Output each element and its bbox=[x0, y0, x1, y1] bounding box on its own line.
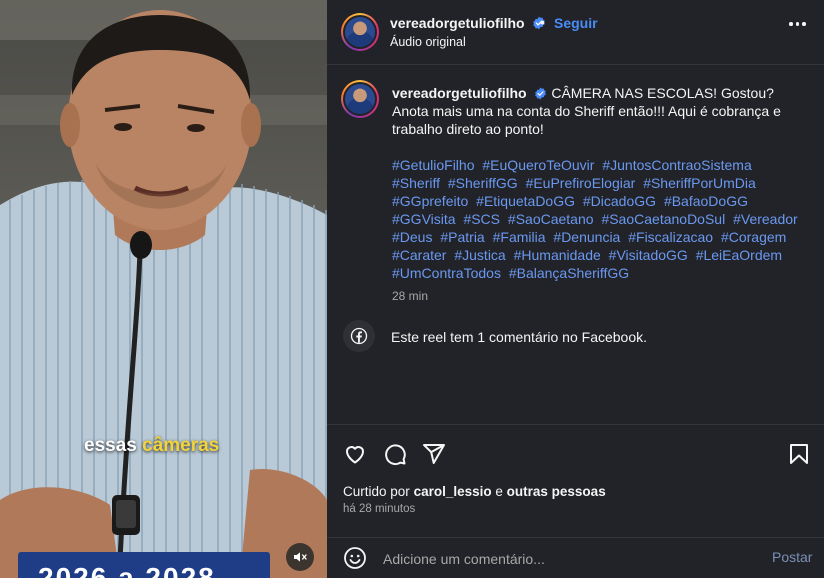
save-button[interactable] bbox=[785, 440, 813, 468]
hashtag-link[interactable]: #Coragem bbox=[721, 229, 786, 245]
hashtag-link[interactable]: #Familia bbox=[493, 229, 546, 245]
follow-button[interactable]: Seguir bbox=[554, 15, 598, 31]
liked-by-conjunction: e bbox=[495, 484, 503, 499]
facebook-comments-row[interactable]: Este reel tem 1 comentário no Facebook. bbox=[343, 320, 813, 354]
comment-button[interactable] bbox=[381, 440, 409, 468]
facebook-comments-text: Este reel tem 1 comentário no Facebook. bbox=[391, 329, 648, 345]
emoji-icon[interactable] bbox=[343, 546, 367, 570]
header-divider bbox=[327, 64, 824, 65]
facebook-icon bbox=[343, 320, 375, 352]
liked-by-prefix: Curtido por bbox=[343, 484, 410, 499]
caption-avatar[interactable] bbox=[341, 80, 379, 118]
header-avatar[interactable] bbox=[341, 13, 379, 51]
hashtag-link[interactable]: #UmContraTodos bbox=[392, 265, 501, 281]
hashtag-link[interactable]: #GGVisita bbox=[392, 211, 456, 227]
heart-icon bbox=[346, 446, 364, 464]
subtitle-text: essas bbox=[84, 435, 137, 456]
hashtag-link[interactable]: #Deus bbox=[392, 229, 432, 245]
bookmark-icon bbox=[790, 444, 808, 464]
hashtag-link[interactable]: #Vereador bbox=[733, 211, 798, 227]
hashtag-link[interactable]: #SheriffGG bbox=[448, 175, 518, 191]
hashtag-link[interactable]: #EuPrefiroElogiar bbox=[526, 175, 636, 191]
more-options-icon[interactable] bbox=[789, 22, 806, 26]
comment-input[interactable] bbox=[383, 549, 753, 569]
like-button[interactable] bbox=[341, 440, 369, 468]
hashtag-link[interactable]: #Justica bbox=[454, 247, 505, 263]
comment-composer: Postar bbox=[327, 538, 824, 578]
reel-video[interactable]: essas câmeras 2026 a 2028 bbox=[0, 0, 327, 578]
post-date: há 28 minutos bbox=[343, 503, 416, 515]
muted-speaker-icon bbox=[294, 552, 307, 562]
post-comment-button[interactable]: Postar bbox=[772, 549, 812, 565]
video-subtitle: essas câmeras bbox=[84, 435, 219, 457]
header-username-text[interactable]: vereadorgetuliofilho bbox=[390, 15, 525, 31]
post-caption: vereadorgetuliofilho CÂMERA NAS ESCOLAS!… bbox=[392, 84, 797, 138]
liked-by: Curtido por carol_lessio e outras pessoa… bbox=[343, 484, 606, 499]
hashtag-link[interactable]: #Humanidade bbox=[514, 247, 601, 263]
share-icon bbox=[423, 444, 445, 464]
liked-by-user[interactable]: carol_lessio bbox=[414, 484, 492, 499]
subtitle-highlight: câmeras bbox=[142, 435, 220, 456]
hashtag-link[interactable]: #Patria bbox=[440, 229, 484, 245]
video-lower-banner: 2026 a 2028 bbox=[18, 552, 270, 578]
mute-button[interactable] bbox=[286, 543, 314, 571]
hashtag-link[interactable]: #Fiscalizacao bbox=[628, 229, 713, 245]
hashtag-link[interactable]: #LeiEaOrdem bbox=[696, 247, 782, 263]
header-username[interactable]: vereadorgetuliofilho bbox=[390, 15, 546, 31]
share-button[interactable] bbox=[420, 440, 448, 468]
separator-dot: • bbox=[540, 14, 545, 30]
action-bar bbox=[327, 440, 824, 468]
hashtag-link[interactable]: #Denuncia bbox=[553, 229, 620, 245]
hashtag-link[interactable]: #GetulioFilho bbox=[392, 157, 475, 173]
post-panel: vereadorgetuliofilho • Seguir Áudio orig… bbox=[327, 0, 824, 578]
hashtag-link[interactable]: #BalançaSheriffGG bbox=[509, 265, 629, 281]
hashtag-link[interactable]: #SCS bbox=[463, 211, 500, 227]
banner-text: 2026 a 2028 bbox=[38, 562, 216, 578]
post-time: 28 min bbox=[392, 289, 429, 303]
speaker-figure bbox=[0, 10, 327, 578]
hashtag-link[interactable]: #Carater bbox=[392, 247, 446, 263]
hashtag-link[interactable]: #BafaoDoGG bbox=[664, 193, 748, 209]
liked-by-others[interactable]: outras pessoas bbox=[507, 484, 606, 499]
hashtag-link[interactable]: #JuntosContraoSistema bbox=[602, 157, 751, 173]
hashtag-link[interactable]: #GGprefeito bbox=[392, 193, 468, 209]
hashtag-link[interactable]: #Sheriff bbox=[392, 175, 440, 191]
hashtag-link[interactable]: #EtiquetaDoGG bbox=[476, 193, 575, 209]
hashtag-link[interactable]: #SaoCaetano bbox=[508, 211, 594, 227]
hashtag-list: #GetulioFilho #EuQueroTeOuvir #JuntosCon… bbox=[392, 156, 802, 282]
hashtag-link[interactable]: #SheriffPorUmDia bbox=[643, 175, 756, 191]
hashtag-link[interactable]: #DicadoGG bbox=[583, 193, 656, 209]
actions-divider bbox=[327, 424, 824, 425]
audio-link[interactable]: Áudio original bbox=[390, 35, 466, 49]
comment-icon bbox=[385, 444, 406, 466]
hashtag-link[interactable]: #VisitadoGG bbox=[609, 247, 688, 263]
caption-username[interactable]: vereadorgetuliofilho bbox=[392, 85, 527, 101]
hashtag-link[interactable]: #EuQueroTeOuvir bbox=[482, 157, 594, 173]
hashtag-link[interactable]: #SaoCaetanoDoSul bbox=[601, 211, 725, 227]
verified-badge-icon bbox=[535, 87, 547, 100]
